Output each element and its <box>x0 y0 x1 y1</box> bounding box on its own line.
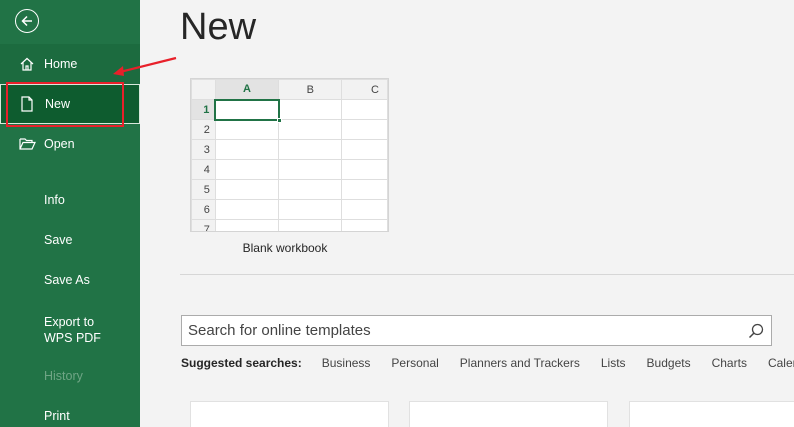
search-button[interactable] <box>741 316 771 345</box>
selected-cell <box>214 98 282 123</box>
sidebar-item-label: Info <box>44 193 65 207</box>
blank-workbook-label: Blank workbook <box>242 241 328 255</box>
blank-workbook-thumbnail[interactable]: A B C 1 2 3 4 5 6 7 <box>190 78 389 232</box>
sidebar-item-label: Save <box>44 233 73 247</box>
sidebar-item-label: Home <box>44 57 78 71</box>
template-card[interactable] <box>409 401 608 427</box>
suggested-link-charts[interactable]: Charts <box>712 356 747 372</box>
row-header: 5 <box>191 179 216 200</box>
search-icon <box>748 323 764 338</box>
sidebar-item-label: Export to WPS PDF <box>44 315 101 345</box>
divider <box>180 274 794 275</box>
suggested-link-lists[interactable]: Lists <box>601 356 626 372</box>
sidebar-item-history: History <box>0 356 140 396</box>
suggested-link-budgets[interactable]: Budgets <box>647 356 691 372</box>
suggested-link-calendars[interactable]: Calendars <box>768 356 794 372</box>
blank-workbook-grid: A B C 1 2 3 4 5 6 7 <box>191 79 388 231</box>
new-document-icon <box>20 96 42 112</box>
open-folder-icon <box>19 137 41 151</box>
sidebar-item-label: Open <box>44 137 75 151</box>
row-header: 4 <box>191 159 216 180</box>
sidebar-item-open[interactable]: Open <box>0 124 140 164</box>
back-button[interactable] <box>15 9 39 33</box>
sidebar-item-home[interactable]: Home <box>0 44 140 84</box>
suggested-link-personal[interactable]: Personal <box>391 356 438 372</box>
grid-corner <box>191 79 216 100</box>
row-header: 1 <box>191 99 217 120</box>
sidebar-item-label: Print <box>44 409 70 423</box>
suggested-searches: Suggested searches: Business Personal Pl… <box>181 356 794 372</box>
sidebar-item-save[interactable]: Save <box>0 220 140 260</box>
column-header: A <box>214 79 280 101</box>
template-search-input[interactable] <box>182 322 741 339</box>
sidebar-item-label: History <box>44 369 83 383</box>
suggested-link-business[interactable]: Business <box>322 356 371 372</box>
sidebar-item-export-pdf[interactable]: Export to WPS PDF <box>0 308 140 354</box>
row-header: 3 <box>191 139 216 160</box>
template-search-box <box>181 315 772 346</box>
backstage-main: New A B C 1 2 3 4 5 6 7 Blank workbook S… <box>140 0 794 427</box>
sidebar-item-print[interactable]: Print <box>0 396 140 427</box>
template-card[interactable] <box>629 401 794 427</box>
home-icon <box>19 56 41 72</box>
template-card[interactable] <box>190 401 389 427</box>
row-header: 2 <box>191 119 216 140</box>
fill-handle <box>276 117 282 123</box>
sidebar-item-new[interactable]: New <box>0 84 140 124</box>
row-header: 7 <box>191 219 216 231</box>
sidebar-item-save-as[interactable]: Save As <box>0 260 140 300</box>
page-title: New <box>180 6 257 48</box>
column-header: B <box>278 79 343 100</box>
back-arrow-icon <box>21 15 32 27</box>
row-header: 6 <box>191 199 216 220</box>
backstage-sidebar: Home New Open Info Save Save As Export t… <box>0 0 140 427</box>
column-header: C <box>341 79 388 100</box>
sidebar-item-label: New <box>45 97 71 111</box>
suggested-link-planners[interactable]: Planners and Trackers <box>460 356 580 372</box>
suggested-searches-label: Suggested searches: <box>181 356 302 370</box>
sidebar-item-info[interactable]: Info <box>0 180 140 220</box>
sidebar-item-label: Save As <box>44 273 90 287</box>
